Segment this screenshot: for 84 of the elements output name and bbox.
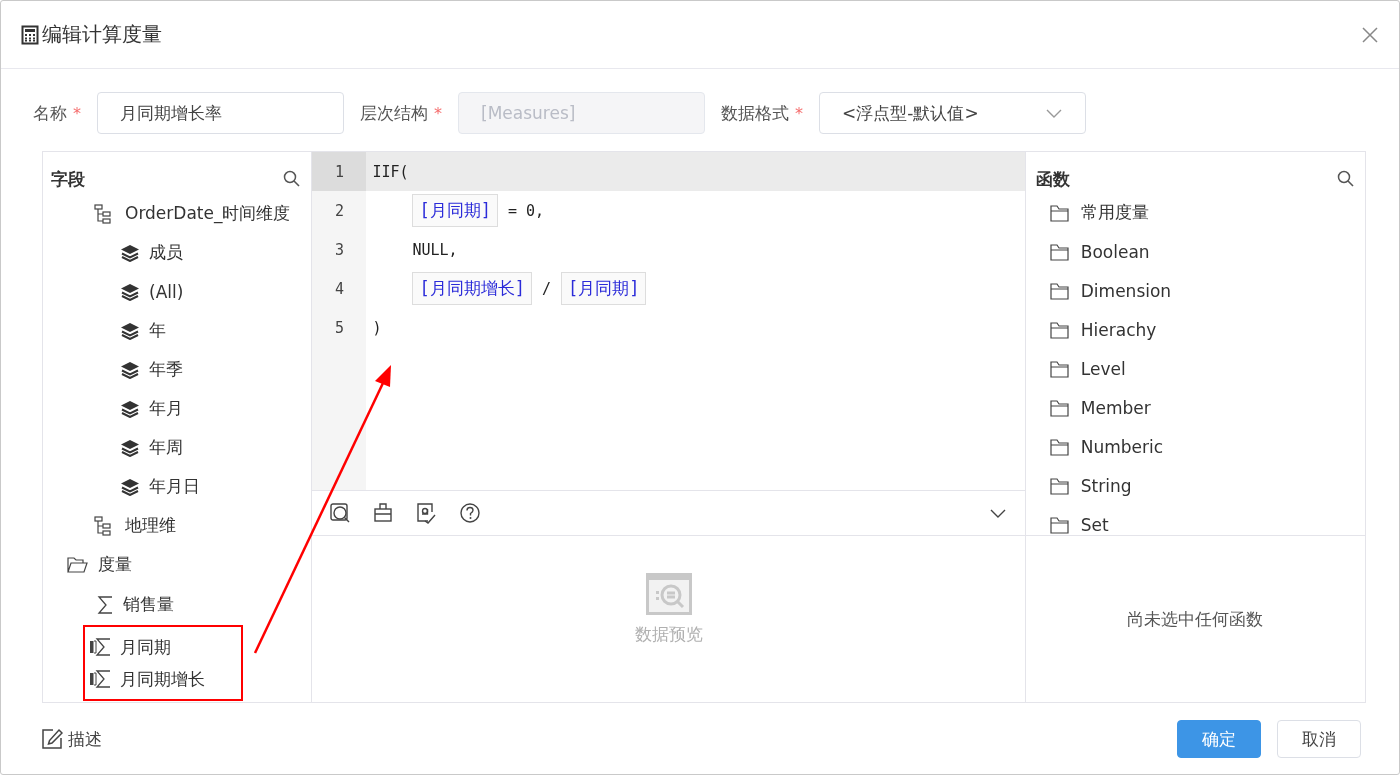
edit-icon <box>41 728 63 750</box>
layers-icon <box>120 360 140 379</box>
folder-icon <box>1049 476 1072 495</box>
line-number: 4 <box>333 278 345 300</box>
folder-icon <box>1049 242 1072 261</box>
tree-item[interactable]: 成员 <box>149 241 183 264</box>
function-category[interactable]: Numberic <box>1080 436 1164 457</box>
tree-item[interactable]: 月同期 <box>120 635 171 659</box>
text-field[interactable]: 月同期增长率 <box>97 92 344 134</box>
field-label: 名称 <box>33 101 67 125</box>
function-category[interactable]: Dimension <box>1080 280 1172 301</box>
panel-title: 函数 <box>1035 167 1070 191</box>
line-number: 1 <box>312 152 367 191</box>
function-category[interactable]: String <box>1080 475 1132 496</box>
field-reference: [月同期] <box>560 272 647 305</box>
tree-item[interactable]: OrderDate_时间维度 <box>125 202 291 225</box>
chevron-down-icon[interactable] <box>988 507 1007 519</box>
function-category[interactable]: Boolean <box>1080 241 1150 262</box>
field-label: 数据格式 <box>721 101 789 125</box>
format-icon[interactable] <box>330 503 351 523</box>
tree-item[interactable]: 年月 <box>149 397 183 420</box>
search-icon[interactable] <box>283 170 302 188</box>
folder-icon <box>1049 437 1072 456</box>
function-category[interactable]: 常用度量 <box>1080 201 1149 224</box>
code-text: IIF( <box>372 162 409 181</box>
code-text: = 0, <box>507 201 545 220</box>
dialog-title: 编辑计算度量 <box>42 21 163 48</box>
search-icon[interactable] <box>1337 170 1355 188</box>
preview-label: 数据预览 <box>634 622 703 646</box>
code-text: / <box>541 279 551 298</box>
calculator-icon <box>21 24 39 45</box>
sigma-icon <box>89 669 111 689</box>
check-document-icon[interactable] <box>416 502 437 524</box>
field-reference: [月同期] <box>412 194 498 227</box>
tree-item[interactable]: 月同期增长 <box>120 667 205 691</box>
package-icon[interactable] <box>374 503 393 523</box>
folder-icon <box>1049 359 1072 378</box>
chevron-down-icon <box>1045 107 1063 119</box>
folder-icon <box>1049 515 1072 534</box>
preview-icon <box>645 572 692 615</box>
line-number: 2 <box>333 200 345 222</box>
layers-icon <box>120 399 140 418</box>
folder-icon <box>1049 203 1072 222</box>
sigma-icon <box>97 594 114 615</box>
required-mark: * <box>73 103 81 123</box>
function-category[interactable]: Level <box>1080 358 1126 379</box>
layers-icon <box>120 321 140 340</box>
layers-icon <box>120 477 140 496</box>
field-label: 层次结构 <box>360 101 428 125</box>
required-mark: * <box>434 103 442 123</box>
function-category[interactable]: Member <box>1080 397 1151 418</box>
function-category[interactable]: Hierachy <box>1080 319 1157 340</box>
tree-item[interactable]: 销售量 <box>123 593 174 616</box>
layers-icon <box>120 438 140 457</box>
tree-item[interactable]: 地理维 <box>125 514 176 537</box>
describe-link[interactable]: 描述 <box>41 727 102 751</box>
required-mark: * <box>795 103 803 123</box>
close-icon[interactable] <box>1361 25 1379 44</box>
line-number: 5 <box>333 317 345 339</box>
tree-item[interactable]: 年周 <box>149 436 183 459</box>
help-icon[interactable] <box>460 503 481 523</box>
sigma-icon <box>89 637 111 657</box>
tree-item[interactable]: (All) <box>149 281 184 302</box>
tree-item[interactable]: 度量 <box>98 553 132 576</box>
tree-item[interactable]: 年月日 <box>149 475 200 498</box>
code-text: ) <box>372 318 382 337</box>
text-field: [Measures] <box>458 92 705 134</box>
field-reference: [月同期增长] <box>412 272 532 305</box>
folder-icon <box>67 555 89 574</box>
code-editor[interactable]: 1 2 3 4 5 IIF( [月同期] = 0, NULL, [月同期增长] / [月同期] ) <box>312 152 1025 491</box>
folder-icon <box>1049 398 1072 417</box>
tree-item[interactable]: 年季 <box>149 358 183 381</box>
format-dropdown[interactable]: <浮点型-默认值> <box>819 92 1086 134</box>
layers-icon <box>120 243 140 262</box>
folder-icon <box>1049 281 1072 300</box>
folder-icon <box>1049 320 1072 339</box>
cancel-button[interactable]: 取消 <box>1277 720 1361 758</box>
code-text: NULL, <box>412 240 458 259</box>
function-category[interactable]: Set <box>1080 514 1109 535</box>
tree-item[interactable]: 年 <box>149 319 166 342</box>
line-number: 3 <box>333 239 345 261</box>
panel-title: 字段 <box>51 167 85 191</box>
empty-message: 尚未选中任何函数 <box>1127 607 1264 631</box>
layers-icon <box>120 282 140 301</box>
